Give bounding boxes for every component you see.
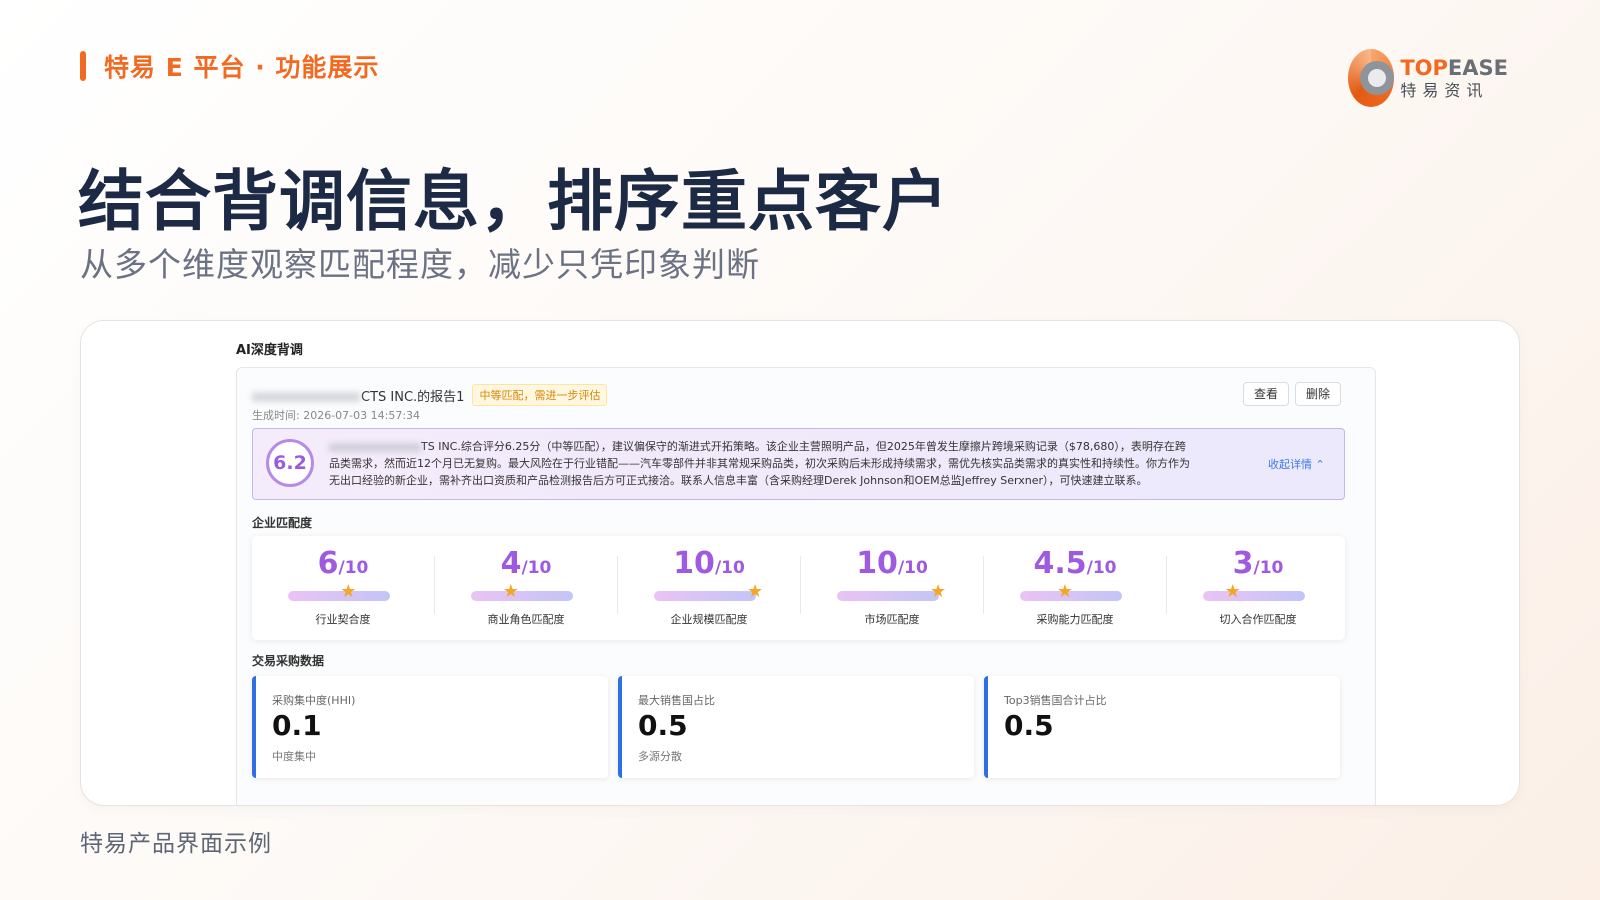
star-icon: ★ — [502, 581, 519, 602]
match-section-label: 企业匹配度 — [252, 516, 313, 530]
metric-note: 多源分散 — [638, 750, 682, 763]
metric-note: 中度集中 — [272, 750, 316, 763]
logo-en: TOPEASE — [1400, 55, 1508, 80]
match-label: 切入合作匹配度 — [1219, 613, 1297, 626]
match-item: 3/10 ★ 切入合作匹配度 — [1167, 536, 1349, 640]
star-icon: ★ — [1224, 581, 1241, 602]
match-item: 4.5/10 ★ 采购能力匹配度 — [984, 536, 1166, 640]
logo-en-ease: EASE — [1447, 55, 1508, 80]
match-score-value: 4/10 — [435, 546, 617, 581]
report-name[interactable]: CTS INC.的报告1 — [252, 386, 464, 405]
match-score-value: 6/10 — [252, 546, 434, 581]
caption: 特易产品界面示例 — [80, 831, 272, 857]
match-label: 行业契合度 — [315, 613, 371, 626]
match-item: 10/10 ★ 企业规模匹配度 — [618, 536, 800, 640]
match-label: 市场匹配度 — [864, 613, 920, 626]
match-score-number: 10 — [673, 546, 715, 581]
metric-title: Top3销售国合计占比 — [1004, 694, 1107, 707]
logo-text: TOPEASE 特易资讯 — [1400, 55, 1508, 100]
match-score-track — [471, 591, 573, 601]
match-status-badge: 中等匹配，需进一步评估 — [472, 384, 608, 406]
divider — [434, 556, 435, 614]
logo-ring-icon — [1348, 49, 1395, 107]
app-view: AI深度背调 CTS INC.的报告1 中等匹配，需进一步评估 生成时间: 20… — [236, 321, 1376, 805]
divider — [983, 556, 984, 614]
view-button[interactable]: 查看 — [1243, 382, 1290, 406]
match-item: 4/10 ★ 商业角色匹配度 — [435, 536, 617, 640]
summary-line-1: TS INC.综合评分6.25分（中等匹配），建议偏保守的渐进式开拓策略。该企业… — [329, 438, 1259, 455]
match-score-track — [654, 591, 756, 601]
trade-metric-card: 最大销售国占比 0.5 多源分散 — [618, 676, 974, 778]
match-score-number: 4.5 — [1033, 546, 1087, 581]
match-score-denominator: /10 — [521, 558, 552, 578]
metric-title: 采购集中度(HHI) — [272, 694, 356, 707]
match-score-track — [1203, 591, 1305, 601]
match-score-value: 4.5/10 — [984, 546, 1166, 581]
generated-time: 生成时间: 2026-07-03 14:57:34 — [252, 409, 421, 422]
star-icon: ★ — [747, 581, 764, 602]
match-label: 采购能力匹配度 — [1036, 613, 1114, 626]
page-subtitle: 从多个维度观察匹配程度，减少只凭印象判断 — [80, 245, 760, 284]
report-header: CTS INC.的报告1 中等匹配，需进一步评估 — [252, 384, 608, 406]
match-score-value: 10/10 — [618, 546, 800, 581]
match-score-denominator: /10 — [1086, 558, 1117, 578]
metric-value: 0.1 — [272, 709, 322, 742]
summary-text: TS INC.综合评分6.25分（中等匹配），建议偏保守的渐进式开拓策略。该企业… — [329, 438, 1259, 489]
app-title: AI深度背调 — [236, 343, 303, 358]
match-score-number: 6 — [317, 546, 339, 581]
match-score-denominator: /10 — [897, 558, 928, 578]
metric-value: 0.5 — [638, 709, 688, 742]
overall-score-ring: 6.2 — [266, 439, 314, 487]
match-score-value: 10/10 — [801, 546, 983, 581]
section-tag: 特易 E 平台 · 功能展示 — [80, 50, 379, 82]
ai-summary-box: 6.2 TS INC.综合评分6.25分（中等匹配），建议偏保守的渐进式开拓策略… — [252, 428, 1345, 500]
match-score-number: 4 — [500, 546, 522, 581]
trade-metric-card: Top3销售国合计占比 0.5 — [984, 676, 1340, 778]
match-score-denominator: /10 — [1253, 558, 1284, 578]
page-title: 结合背调信息，排序重点客户 — [78, 163, 949, 240]
divider — [1166, 556, 1167, 614]
match-score-denominator: /10 — [338, 558, 369, 578]
trade-section-label: 交易采购数据 — [252, 654, 325, 668]
trade-metric-card: 采购集中度(HHI) 0.1 中度集中 — [252, 676, 608, 778]
divider — [617, 556, 618, 614]
match-score-number: 3 — [1232, 546, 1254, 581]
collapse-details-label: 收起详情 — [1268, 458, 1312, 471]
metric-value: 0.5 — [1004, 709, 1054, 742]
star-icon: ★ — [930, 581, 947, 602]
match-item: 10/10 ★ 市场匹配度 — [801, 536, 983, 640]
match-label: 企业规模匹配度 — [670, 613, 748, 626]
match-label: 商业角色匹配度 — [487, 613, 565, 626]
report-name-suffix: CTS INC.的报告1 — [361, 389, 465, 405]
report-panel: CTS INC.的报告1 中等匹配，需进一步评估 生成时间: 2026-07-0… — [236, 367, 1376, 805]
star-icon: ★ — [1056, 581, 1074, 602]
match-item: 6/10 ★ 行业契合度 — [252, 536, 434, 640]
match-score-number: 10 — [856, 546, 898, 581]
summary-line-3: 无出口经验的新企业，需补齐出口资质和产品检测报告后方可正式接洽。联系人信息丰富（… — [329, 474, 1148, 487]
accent-bar — [80, 51, 86, 81]
collapse-details-link[interactable]: 收起详情 ⌃ — [1268, 456, 1325, 472]
summary-line-2: 品类需求，然而近12个月已无复购。最大风险在于行业错配——汽车零部件并非其常规采… — [329, 457, 1190, 470]
chevron-up-icon: ⌃ — [1315, 458, 1325, 471]
redacted-company-name — [252, 392, 360, 402]
redacted-company-name — [329, 442, 421, 452]
match-score-denominator: /10 — [714, 558, 745, 578]
logo-en-top: TOP — [1400, 55, 1448, 80]
divider — [800, 556, 801, 614]
summary-line-1-text: TS INC.综合评分6.25分（中等匹配），建议偏保守的渐进式开拓策略。该企业… — [421, 440, 1186, 453]
metric-title: 最大销售国占比 — [638, 694, 715, 707]
match-score-track — [837, 591, 939, 601]
match-score-panel: 6/10 ★ 行业契合度 4/10 ★ 商业角色匹配度 10/10 ★ 企业规模匹配度 10/10… — [252, 536, 1345, 640]
slide: 特易 E 平台 · 功能展示 TOPEASE 特易资讯 结合背调信息，排序重点客… — [0, 0, 1600, 900]
topease-logo: TOPEASE 特易资讯 — [1348, 48, 1508, 108]
logo-cn: 特易资讯 — [1400, 80, 1489, 100]
screenshot-card: AI深度背调 CTS INC.的报告1 中等匹配，需进一步评估 生成时间: 20… — [80, 320, 1520, 806]
delete-button[interactable]: 删除 — [1295, 382, 1342, 406]
match-score-track — [288, 591, 390, 601]
star-icon: ★ — [340, 581, 357, 602]
match-score-value: 3/10 — [1167, 546, 1349, 581]
section-tag-label: 特易 E 平台 · 功能展示 — [104, 53, 380, 82]
